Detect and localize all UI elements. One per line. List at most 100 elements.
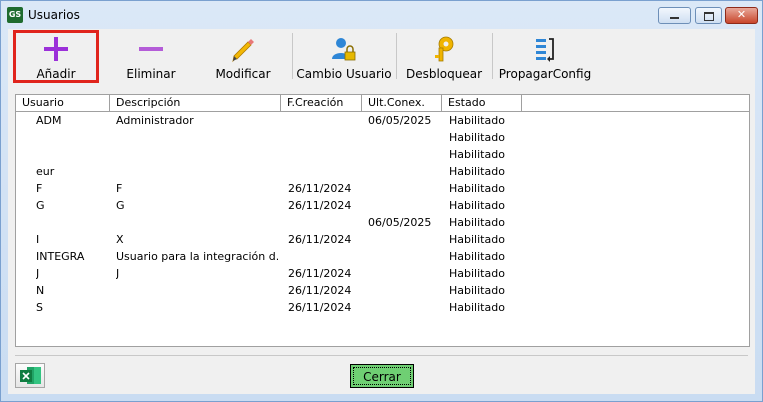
cell-descripcion bbox=[116, 214, 278, 231]
cell-fcreacion: 26/11/2024 bbox=[288, 301, 352, 314]
cell-estado: Habilitado bbox=[449, 267, 505, 280]
delete-button-label: Eliminar bbox=[126, 67, 176, 81]
cell-ultconex bbox=[368, 231, 440, 248]
table-row[interactable]: ADM Administrador 06/05/2025 Habilitado bbox=[16, 112, 749, 129]
close-button-label: Cerrar bbox=[353, 367, 411, 385]
table-row[interactable]: Habilitado bbox=[16, 129, 749, 146]
cell-descripcion bbox=[116, 129, 278, 146]
cell-usuario: eur bbox=[36, 165, 55, 178]
minus-icon bbox=[139, 47, 163, 51]
edit-button-label: Modificar bbox=[215, 67, 271, 81]
cell-usuario: S bbox=[36, 301, 43, 314]
cell-usuario bbox=[36, 146, 110, 163]
table-row[interactable]: 06/05/2025 Habilitado bbox=[16, 214, 749, 231]
cell-estado: Habilitado bbox=[449, 131, 505, 144]
cell-estado: Habilitado bbox=[449, 216, 505, 229]
column-header-usuario[interactable]: Usuario bbox=[16, 95, 110, 111]
window-title: Usuarios bbox=[28, 8, 80, 22]
cell-usuario: INTEGRA bbox=[36, 250, 85, 263]
cell-descripcion: Usuario para la integración d... bbox=[116, 250, 278, 263]
cell-ultconex bbox=[368, 146, 440, 163]
column-header-ultconex[interactable]: Ult.Conex. bbox=[362, 95, 442, 111]
table-row[interactable]: F F 26/11/2024 Habilitado bbox=[16, 180, 749, 197]
footer-separator bbox=[15, 355, 748, 356]
cell-ultconex bbox=[368, 248, 440, 265]
cell-fcreacion: 26/11/2024 bbox=[288, 267, 352, 280]
cell-ultconex bbox=[368, 163, 440, 180]
column-header-fcreacion[interactable]: F.Creación bbox=[281, 95, 362, 111]
usuarios-window: GS Usuarios ✕ Añadir Eliminar Modificar … bbox=[0, 0, 763, 402]
change-user-button[interactable]: Cambio Usuario bbox=[296, 29, 392, 83]
close-window-button[interactable]: ✕ bbox=[725, 7, 758, 24]
cell-fcreacion bbox=[288, 163, 360, 180]
unlock-button[interactable]: Desbloquear bbox=[400, 29, 488, 83]
cell-usuario: J bbox=[36, 267, 40, 280]
cell-fcreacion: 26/11/2024 bbox=[288, 182, 352, 195]
cell-fcreacion bbox=[288, 112, 360, 129]
excel-export-button[interactable] bbox=[15, 363, 45, 388]
cell-estado: Habilitado bbox=[449, 250, 505, 263]
cell-usuario bbox=[36, 214, 110, 231]
user-lock-icon bbox=[332, 38, 356, 61]
table-row[interactable]: G G 26/11/2024 Habilitado bbox=[16, 197, 749, 214]
cell-ultconex bbox=[368, 129, 440, 146]
table-row[interactable]: eur Habilitado bbox=[16, 163, 749, 180]
unlock-button-label: Desbloquear bbox=[405, 67, 483, 81]
cell-descripcion bbox=[116, 163, 278, 180]
cell-fcreacion bbox=[288, 248, 360, 265]
cell-descripcion bbox=[116, 282, 278, 299]
cell-descripcion: Administrador bbox=[116, 114, 194, 127]
cell-estado: Habilitado bbox=[449, 284, 505, 297]
cell-descripcion: J bbox=[116, 267, 120, 280]
edit-button[interactable]: Modificar bbox=[200, 29, 286, 83]
client-area: Añadir Eliminar Modificar Cambio Usuario… bbox=[8, 29, 755, 394]
cell-usuario: I bbox=[36, 233, 40, 246]
table-row[interactable]: I X 26/11/2024 Habilitado bbox=[16, 231, 749, 248]
cell-descripcion bbox=[116, 146, 278, 163]
table-header: Usuario Descripción F.Creación Ult.Conex… bbox=[16, 95, 749, 112]
cell-usuario: ADM bbox=[36, 114, 62, 127]
cell-estado: Habilitado bbox=[449, 148, 505, 161]
title-bar[interactable]: GS Usuarios ✕ bbox=[1, 1, 762, 29]
change-user-button-label: Cambio Usuario bbox=[296, 67, 392, 81]
toolbar-separator bbox=[292, 33, 293, 79]
key-icon bbox=[435, 36, 454, 62]
excel-export-icon bbox=[20, 367, 41, 384]
app-logo-icon: GS bbox=[7, 7, 23, 23]
toolbar: Añadir Eliminar Modificar Cambio Usuario… bbox=[8, 29, 755, 85]
maximize-button[interactable] bbox=[695, 7, 722, 24]
propagate-config-button[interactable]: PropagarConfig bbox=[496, 29, 594, 83]
cell-fcreacion: 26/11/2024 bbox=[288, 199, 352, 212]
close-button[interactable]: Cerrar bbox=[350, 364, 414, 388]
cell-estado: Habilitado bbox=[449, 182, 505, 195]
cell-fcreacion bbox=[288, 214, 360, 231]
cell-usuario: G bbox=[36, 199, 45, 212]
minimize-button[interactable] bbox=[658, 7, 691, 24]
cell-estado: Habilitado bbox=[449, 301, 505, 314]
delete-button[interactable]: Eliminar bbox=[108, 29, 194, 83]
cell-ultconex bbox=[368, 197, 440, 214]
table-row[interactable]: INTEGRA Usuario para la integración d...… bbox=[16, 248, 749, 265]
column-header-estado[interactable]: Estado bbox=[442, 95, 522, 111]
cell-usuario: F bbox=[36, 182, 43, 195]
cell-ultconex bbox=[368, 180, 440, 197]
cell-usuario: N bbox=[36, 284, 45, 297]
toolbar-separator bbox=[492, 33, 493, 79]
selection-highlight bbox=[13, 30, 99, 83]
cell-ultconex bbox=[368, 282, 440, 299]
column-header-descripcion[interactable]: Descripción bbox=[110, 95, 281, 111]
pencil-icon bbox=[232, 39, 254, 63]
cell-estado: Habilitado bbox=[449, 114, 505, 127]
cell-fcreacion bbox=[288, 129, 360, 146]
users-table: Usuario Descripción F.Creación Ult.Conex… bbox=[15, 94, 750, 347]
close-icon: ✕ bbox=[736, 8, 747, 21]
cell-ultconex bbox=[368, 265, 440, 282]
cell-descripcion: X bbox=[116, 233, 124, 246]
propagate-config-button-label: PropagarConfig bbox=[498, 67, 592, 81]
toolbar-separator bbox=[396, 33, 397, 79]
table-row[interactable]: Habilitado bbox=[16, 146, 749, 163]
table-row[interactable]: J J 26/11/2024 Habilitado bbox=[16, 265, 749, 282]
table-row[interactable]: S 26/11/2024 Habilitado bbox=[16, 299, 749, 316]
cell-descripcion bbox=[116, 299, 278, 316]
table-row[interactable]: N 26/11/2024 Habilitado bbox=[16, 282, 749, 299]
